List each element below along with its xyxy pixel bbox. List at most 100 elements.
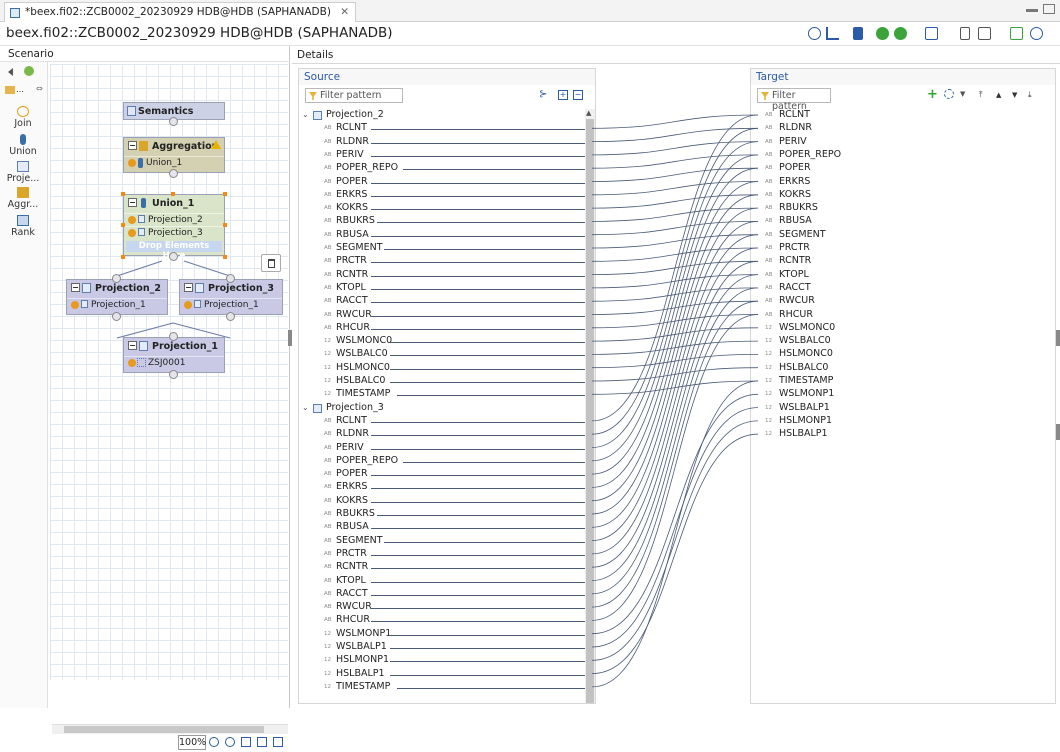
source-field[interactable]: 12 HSLBALC0: [299, 375, 589, 388]
link-icon[interactable]: ⇔: [36, 84, 43, 93]
palette-rank[interactable]: Rank: [2, 215, 44, 238]
pane-sash[interactable]: [1056, 424, 1060, 440]
source-field[interactable]: AB RACCT: [299, 295, 589, 308]
source-field[interactable]: AB PRCTR: [299, 255, 589, 268]
source-field[interactable]: AB RHCUR: [299, 614, 589, 627]
node-port[interactable]: [169, 117, 178, 126]
selection-handle[interactable]: [223, 223, 227, 227]
source-field[interactable]: AB KOKRS: [299, 495, 589, 508]
source-field[interactable]: AB KOKRS: [299, 202, 589, 215]
validate-icon[interactable]: [876, 27, 889, 40]
expand-icon[interactable]: ⌄: [302, 403, 309, 412]
node-port[interactable]: [112, 274, 121, 283]
node-port[interactable]: [169, 332, 178, 341]
collapse-left-icon[interactable]: [8, 68, 13, 76]
collapse-all-icon[interactable]: −: [573, 90, 583, 100]
source-field[interactable]: AB POPER_REPO: [299, 162, 589, 175]
source-field[interactable]: AB RBUSA: [299, 521, 589, 534]
layout-icon[interactable]: [978, 27, 991, 40]
zoom-out-icon[interactable]: [209, 737, 219, 747]
document-icon[interactable]: [960, 27, 970, 40]
dropdown-icon[interactable]: ▼: [960, 90, 965, 98]
folder-icon[interactable]: [5, 86, 15, 94]
expand-all-icon[interactable]: +: [558, 90, 568, 100]
node-port[interactable]: [169, 252, 178, 261]
source-field[interactable]: AB RWCUR: [299, 601, 589, 614]
source-field[interactable]: 12 TIMESTAMP: [299, 681, 589, 694]
source-field[interactable]: 12 WSLMONP1: [299, 628, 589, 641]
selection-handle[interactable]: [121, 255, 125, 259]
move-down-icon[interactable]: ▼: [1012, 91, 1017, 99]
pane-sash[interactable]: [1056, 330, 1060, 346]
node-port[interactable]: [226, 274, 235, 283]
source-field[interactable]: AB RHCUR: [299, 322, 589, 335]
source-field[interactable]: AB PRCTR: [299, 548, 589, 561]
source-field[interactable]: AB ERKRS: [299, 481, 589, 494]
source-field[interactable]: 12 HSLMONP1: [299, 654, 589, 667]
palette-join[interactable]: Join: [2, 106, 44, 129]
drop-zone[interactable]: Drop Elements Here: [126, 241, 222, 261]
source-field[interactable]: 12 TIMESTAMP: [299, 388, 589, 401]
source-field[interactable]: AB RACCT: [299, 588, 589, 601]
source-field[interactable]: AB KTOPL: [299, 575, 589, 588]
chart-icon[interactable]: [826, 27, 839, 40]
source-field[interactable]: AB SEGMENT: [299, 242, 589, 255]
target-filter-input[interactable]: Filter pattern: [757, 88, 831, 112]
collapse-button[interactable]: −: [128, 198, 137, 207]
source-vertical-scrollbar[interactable]: ▲: [585, 109, 595, 703]
minimize-icon[interactable]: [1026, 9, 1038, 12]
binoculars-icon[interactable]: [853, 27, 863, 40]
expand-icon[interactable]: ⌄: [302, 110, 309, 119]
source-field[interactable]: AB RLDNR: [299, 428, 589, 441]
overview-icon[interactable]: [273, 737, 283, 747]
selection-handle[interactable]: [121, 223, 125, 227]
node-port[interactable]: [112, 312, 121, 321]
node-port[interactable]: [226, 312, 235, 321]
selection-handle[interactable]: [223, 192, 227, 196]
add-icon[interactable]: +: [927, 87, 938, 102]
scrollbar-thumb[interactable]: [64, 726, 264, 733]
scroll-up-icon[interactable]: ▲: [586, 109, 591, 117]
source-field[interactable]: AB RBUSA: [299, 229, 589, 242]
projection-3-node[interactable]: − Projection_3 Projection_1: [179, 279, 283, 315]
source-field[interactable]: 12 WSLBALC0: [299, 348, 589, 361]
auto-layout-icon[interactable]: [24, 66, 34, 76]
auto-map-icon[interactable]: ⊱: [539, 89, 547, 100]
source-field[interactable]: AB RCNTR: [299, 561, 589, 574]
source-field[interactable]: AB POPER: [299, 468, 589, 481]
globe-icon[interactable]: [808, 27, 821, 40]
canvas-horizontal-scrollbar[interactable]: [52, 724, 288, 734]
projection-1-node[interactable]: − Projection_1 ZSJ0001: [123, 337, 225, 373]
source-field[interactable]: AB SEGMENT: [299, 535, 589, 548]
more-icon[interactable]: …: [16, 85, 24, 94]
source-field[interactable]: AB RBUKRS: [299, 215, 589, 228]
node-port[interactable]: [169, 169, 178, 178]
selection-handle[interactable]: [171, 192, 175, 196]
union-node[interactable]: − Union_1 Projection_2 Projection_3 Drop…: [123, 194, 225, 261]
fit-icon[interactable]: [241, 737, 251, 747]
calculated-column-icon[interactable]: [944, 89, 954, 99]
layout-icon[interactable]: [257, 737, 267, 747]
source-field[interactable]: AB POPER: [299, 176, 589, 189]
activate-icon[interactable]: [894, 27, 907, 40]
source-field[interactable]: 12 WSLBALP1: [299, 641, 589, 654]
source-field[interactable]: AB POPER_REPO: [299, 455, 589, 468]
source-field[interactable]: 12 HSLBALP1: [299, 668, 589, 681]
source-field[interactable]: AB RWCUR: [299, 309, 589, 322]
collapse-button[interactable]: −: [128, 341, 137, 350]
projection-2-node[interactable]: − Projection_2 Projection_1: [66, 279, 168, 315]
source-field[interactable]: AB RBUKRS: [299, 508, 589, 521]
collapse-button[interactable]: −: [71, 283, 80, 292]
palette-aggregation[interactable]: Aggr...: [2, 187, 44, 210]
source-field[interactable]: AB PERIV: [299, 442, 589, 455]
source-field[interactable]: 12 WSLMONC0: [299, 335, 589, 348]
palette-union[interactable]: Union: [2, 134, 44, 157]
maximize-icon[interactable]: [1043, 4, 1055, 14]
source-field[interactable]: AB RCLNT: [299, 415, 589, 428]
move-top-icon[interactable]: ⤒: [979, 90, 983, 100]
data-preview-icon[interactable]: [925, 27, 938, 40]
source-field[interactable]: AB RLDNR: [299, 136, 589, 149]
selection-handle[interactable]: [223, 255, 227, 259]
palette-projection[interactable]: Proje...: [2, 161, 44, 184]
source-filter-input[interactable]: Filter pattern: [305, 88, 403, 103]
